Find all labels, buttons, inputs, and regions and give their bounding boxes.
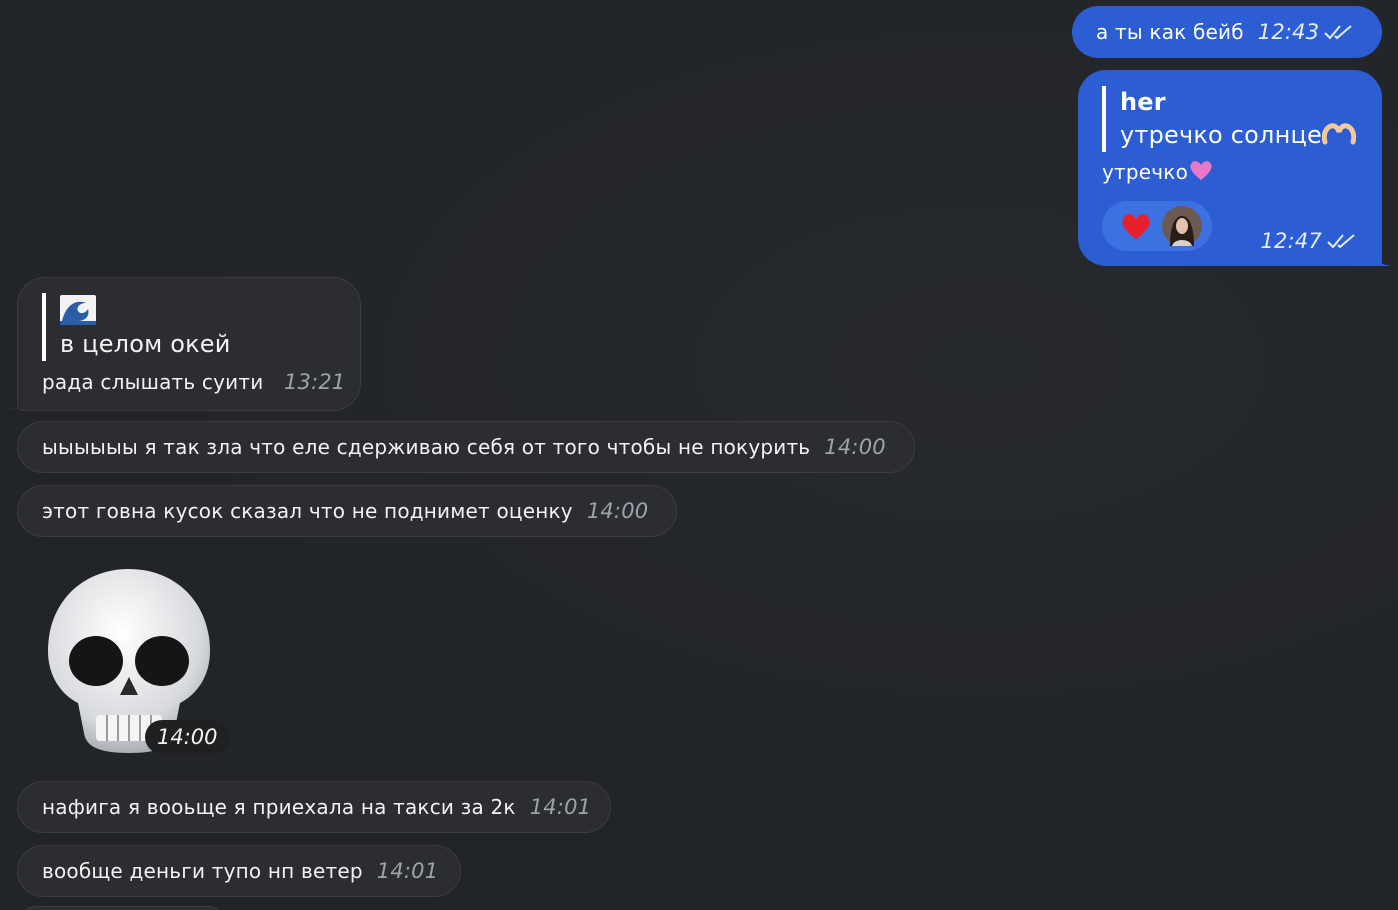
- message-time: 12:43: [1257, 20, 1320, 44]
- message-incoming[interactable]: нафига я вооьще я приехала на такси за 2…: [17, 781, 611, 833]
- message-time: 14:01: [376, 859, 439, 883]
- message-outgoing-reply[interactable]: her утречко солнце утречко 12:47: [1078, 70, 1382, 266]
- reply-author: her: [1120, 88, 1166, 116]
- message-time: 14:00: [824, 435, 886, 459]
- message-text: вообще деньги тупо нп ветер: [42, 859, 363, 883]
- message-incoming[interactable]: этот говна кусок сказал что не поднимет …: [17, 485, 677, 537]
- reply-text: в целом окей: [60, 330, 231, 358]
- message-text: рада слышать суити: [42, 370, 264, 394]
- sticker-message[interactable]: 14:00: [44, 565, 230, 757]
- wave-emoji-icon: [60, 295, 96, 325]
- reactor-avatar[interactable]: [1162, 206, 1202, 246]
- message-incoming-reply[interactable]: в целом окей рада слышать суити 13:21: [17, 277, 361, 411]
- message-incoming[interactable]: ыыыыыы я так зла что еле сдерживаю себя …: [17, 421, 915, 473]
- reply-preview[interactable]: в целом окей: [42, 293, 336, 361]
- read-checks-icon: [1327, 234, 1355, 249]
- message-outgoing[interactable]: а ты как бейб 12:43: [1072, 6, 1382, 58]
- message-incoming[interactable]: вообще деньги тупо нп ветер 14:01: [17, 845, 461, 897]
- heart-hands-emoji-icon: [1321, 123, 1356, 145]
- message-incoming-partial[interactable]: [17, 906, 227, 910]
- message-text: а ты как бейб: [1096, 20, 1244, 44]
- reactions-bar[interactable]: [1102, 201, 1212, 251]
- bubble-tail: [5, 393, 27, 409]
- message-time: 14:01: [529, 795, 592, 819]
- message-time: 14:00: [157, 725, 218, 749]
- message-text: утречко: [1102, 160, 1189, 184]
- reply-text: утречко солнце: [1120, 121, 1322, 149]
- sparkling-heart-emoji-icon: [1190, 161, 1212, 180]
- message-time: 12:47: [1260, 229, 1322, 253]
- sticker-time-badge: 14:00: [145, 720, 230, 754]
- red-heart-icon: [1122, 214, 1150, 239]
- reply-preview[interactable]: her утречко солнце: [1102, 86, 1358, 152]
- message-time: 14:00: [586, 499, 649, 523]
- message-text: ыыыыыы я так зла что еле сдерживаю себя …: [42, 435, 811, 459]
- read-checks-icon: [1324, 25, 1352, 40]
- chat-history[interactable]: а ты как бейб 12:43 her утречко солнце у…: [0, 0, 1398, 910]
- bubble-tail: [1372, 250, 1394, 266]
- message-text: нафига я вооьще я приехала на такси за 2…: [42, 795, 516, 819]
- message-time: 13:21: [283, 370, 346, 394]
- message-text: этот говна кусок сказал что не поднимет …: [42, 499, 573, 523]
